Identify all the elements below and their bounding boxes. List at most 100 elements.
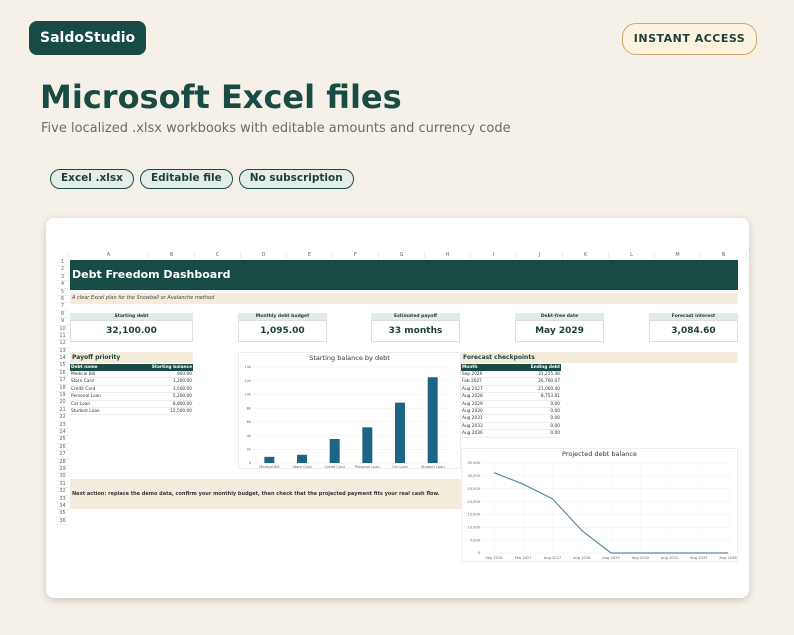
row-number[interactable]: 26 <box>56 444 69 452</box>
x-tick-label: Personal Loan <box>355 465 380 469</box>
table-cell[interactable]: Aug 2033 <box>461 423 511 429</box>
row-number[interactable]: 28 <box>56 459 69 466</box>
table-cell[interactable]: Sep 2026 <box>461 371 511 377</box>
row-number[interactable]: 23 <box>56 422 69 429</box>
page-subtitle: Five localized .xlsx workbooks with edit… <box>41 121 511 136</box>
table-cell[interactable]: 0.00 <box>511 401 561 407</box>
bar <box>362 427 373 463</box>
table-cell[interactable]: 8,753.81 <box>511 393 561 399</box>
row-number[interactable]: 16 <box>56 370 69 378</box>
row-number[interactable]: 7 <box>56 303 69 311</box>
row-number[interactable]: 30 <box>56 473 69 481</box>
x-tick-label: Aug 2031 <box>661 556 678 560</box>
row-number[interactable]: 25 <box>56 436 69 444</box>
row-number[interactable]: 9 <box>56 318 69 326</box>
table-cell[interactable]: Aug 2027 <box>461 386 511 392</box>
table-cell[interactable]: Aug 2028 <box>461 393 511 399</box>
table-cell[interactable]: Aug 2036 <box>461 430 511 436</box>
table-cell[interactable]: Aug 2029 <box>461 401 511 407</box>
table-cell[interactable]: Car Loan <box>70 401 132 407</box>
row-number[interactable]: 1 <box>56 259 69 267</box>
forecast-checkpoints-header: Forecast checkpoints <box>461 352 738 363</box>
row-number[interactable]: 2 <box>56 266 69 274</box>
row-number[interactable]: 10 <box>56 326 69 333</box>
table-cell[interactable]: 0.00 <box>511 415 561 421</box>
column-header[interactable]: D <box>241 252 287 259</box>
bar <box>427 377 438 463</box>
column-headers: ABCDEFGHIJKLMN <box>56 252 747 259</box>
row-number[interactable]: 24 <box>56 429 69 437</box>
table-row: Credit Card 3,500.00 <box>70 386 194 394</box>
table-cell[interactable]: 0.00 <box>511 408 561 414</box>
table-cell[interactable]: 26,760.07 <box>511 378 561 384</box>
table-cell[interactable]: 0.00 <box>511 430 561 436</box>
row-number[interactable]: 36 <box>56 518 69 526</box>
column-header[interactable]: L <box>609 252 655 259</box>
column-header[interactable]: A <box>69 252 149 259</box>
row-number[interactable]: 14 <box>56 355 69 363</box>
row-number[interactable]: 17 <box>56 377 69 385</box>
table-cell[interactable]: Store Card <box>70 378 132 384</box>
next-action-note: Next action: replace the demo data, conf… <box>70 479 461 509</box>
table-cell[interactable]: 12,500.00 <box>132 408 194 414</box>
row-number[interactable]: 20 <box>56 399 69 407</box>
x-tick-label: Student Loan <box>421 465 445 469</box>
instant-access-button[interactable]: INSTANT ACCESS <box>622 23 757 55</box>
column-header[interactable]: H <box>425 252 471 259</box>
table-cell[interactable]: 1,200.00 <box>132 378 194 384</box>
column-header[interactable]: M <box>655 252 701 259</box>
payoff-priority-header: Payoff priority <box>70 352 193 363</box>
row-number[interactable]: 6 <box>56 296 69 304</box>
column-header[interactable]: B <box>149 252 195 259</box>
row-number[interactable]: 35 <box>56 510 69 518</box>
row-number[interactable]: 32 <box>56 488 69 496</box>
row-number[interactable]: 33 <box>56 496 69 503</box>
row-number[interactable]: 13 <box>56 348 69 356</box>
row-number[interactable]: 8 <box>56 311 69 319</box>
table-cell[interactable]: Credit Card <box>70 386 132 392</box>
row-number[interactable]: 4 <box>56 281 69 289</box>
row-number[interactable]: 19 <box>56 392 69 400</box>
column-header[interactable]: I <box>471 252 517 259</box>
table-cell[interactable]: 900.00 <box>132 371 194 377</box>
row-number[interactable]: 18 <box>56 385 69 393</box>
table-cell[interactable]: Feb 2027 <box>461 378 511 384</box>
table-cell[interactable]: Aug 2031 <box>461 415 511 421</box>
row-number[interactable]: 5 <box>56 289 69 296</box>
table-cell[interactable]: 0.00 <box>511 423 561 429</box>
row-number[interactable]: 31 <box>56 481 69 489</box>
x-tick-label: Feb 2027 <box>515 556 532 560</box>
kpi-value: May 2029 <box>515 320 604 342</box>
table-cell[interactable]: Aug 2030 <box>461 408 511 414</box>
column-header[interactable]: N <box>701 252 747 259</box>
table-cell[interactable]: 21,060.40 <box>511 386 561 392</box>
row-number[interactable]: 12 <box>56 340 69 348</box>
column-header[interactable]: C <box>195 252 241 259</box>
table-cell[interactable]: Personal Loan <box>70 393 132 399</box>
column-header[interactable]: E <box>287 252 333 259</box>
header-month: Month <box>462 365 478 370</box>
row-number[interactable]: 29 <box>56 466 69 474</box>
table-cell[interactable]: Medical Bill <box>70 371 132 377</box>
kpi-forecast-interest: Forecast interest 3,084.60 <box>649 313 738 342</box>
row-number[interactable]: 21 <box>56 407 69 415</box>
table-cell[interactable]: 31,225.36 <box>511 371 561 377</box>
column-header[interactable]: J <box>517 252 563 259</box>
row-number[interactable]: 3 <box>56 274 69 282</box>
column-header[interactable]: K <box>563 252 609 259</box>
row-number[interactable]: 15 <box>56 362 69 370</box>
row-number[interactable]: 22 <box>56 414 69 422</box>
table-row: Aug 2036 0.00 <box>461 430 561 438</box>
table-row: Feb 2027 26,760.07 <box>461 378 561 386</box>
table-cell[interactable]: 5,200.00 <box>132 393 194 399</box>
table-cell[interactable]: 8,800.00 <box>132 401 194 407</box>
column-header[interactable]: F <box>333 252 379 259</box>
table-cell[interactable]: 3,500.00 <box>132 386 194 392</box>
table-cell[interactable]: Student Loan <box>70 408 132 414</box>
brand-logo[interactable]: SaldoStudio <box>29 21 147 55</box>
row-number[interactable]: 34 <box>56 503 69 511</box>
row-number[interactable]: 27 <box>56 451 69 459</box>
y-tick-label: 0 <box>249 461 252 465</box>
column-header[interactable]: G <box>379 252 425 259</box>
row-number[interactable]: 11 <box>56 333 69 341</box>
